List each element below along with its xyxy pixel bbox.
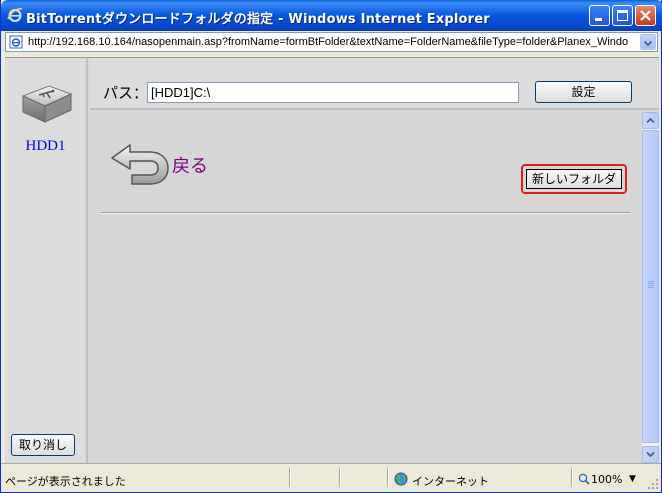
new-folder-button[interactable]: 新しいフォルダ (526, 169, 622, 189)
scroll-up-button[interactable] (642, 112, 659, 129)
resize-grip-icon[interactable] (647, 478, 659, 490)
new-folder-highlight: 新しいフォルダ (521, 164, 627, 194)
path-input[interactable]: [HDD1]C:\ (147, 82, 519, 103)
page-content: HDD1 取り消し パス： [HDD1]C:\ 設定 戻る 新しいフォルダ (5, 57, 659, 464)
scroll-thumb[interactable] (642, 130, 659, 443)
folder-browser-frame: パス： [HDD1]C:\ 設定 戻る 新しいフォルダ (90, 58, 659, 463)
globe-icon (394, 472, 408, 486)
title-bar[interactable]: BitTorrentダウンロードフォルダの指定 - Windows Intern… (1, 0, 662, 31)
internet-explorer-icon (7, 8, 23, 22)
minimize-icon (595, 18, 602, 21)
path-bar: パス： [HDD1]C:\ 設定 (90, 58, 659, 110)
address-dropdown-button[interactable] (640, 34, 656, 50)
back-label: 戻る (172, 156, 208, 177)
divider (101, 212, 630, 214)
chevron-down-icon (643, 40, 653, 47)
zoom-dropdown-icon[interactable]: ▼ (629, 474, 636, 484)
drive-hdd1-link[interactable]: HDD1 (5, 138, 86, 155)
zoom-level[interactable]: 100% (591, 473, 622, 486)
window-title: BitTorrentダウンロードフォルダの指定 - Windows Intern… (26, 12, 490, 27)
drive-list-frame: HDD1 取り消し (5, 58, 88, 463)
usb-drive-icon[interactable] (19, 82, 75, 128)
vertical-scrollbar[interactable] (642, 112, 659, 463)
close-icon (640, 10, 651, 21)
folder-list-area: 戻る 新しいフォルダ (90, 112, 659, 463)
maximize-icon (617, 10, 628, 21)
zoom-icon[interactable] (578, 473, 590, 485)
path-label: パス： (103, 84, 149, 102)
chevron-down-icon (646, 451, 655, 458)
maximize-button[interactable] (612, 5, 633, 26)
chevron-up-icon (646, 117, 655, 124)
cancel-button[interactable]: 取り消し (11, 434, 75, 456)
address-url: http://192.168.10.164/nasopenmain.asp?fr… (28, 36, 629, 48)
set-button[interactable]: 設定 (535, 81, 632, 103)
status-message: ページが表示されました (5, 475, 126, 488)
address-bar[interactable]: http://192.168.10.164/nasopenmain.asp?fr… (5, 32, 658, 52)
back-arrow-icon (111, 144, 169, 185)
scroll-down-button[interactable] (642, 446, 659, 463)
status-bar: ページが表示されました インターネット 100% ▼ (1, 463, 661, 492)
browser-window: BitTorrentダウンロードフォルダの指定 - Windows Intern… (0, 0, 662, 493)
close-button[interactable] (635, 5, 656, 26)
security-zone-label: インターネット (412, 475, 489, 488)
minimize-button[interactable] (589, 5, 610, 26)
page-icon (9, 35, 23, 49)
